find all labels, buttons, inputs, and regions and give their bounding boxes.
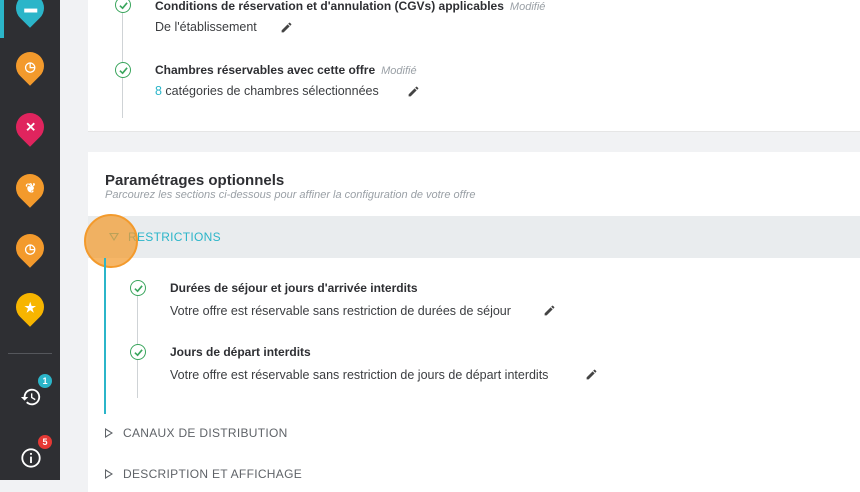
- clock-icon[interactable]: ◷: [10, 46, 50, 86]
- pencil-icon: [281, 22, 291, 32]
- click-highlight: [84, 214, 138, 268]
- pencil-icon: [544, 305, 554, 315]
- clock-icon[interactable]: ◷: [10, 228, 50, 268]
- divider: [8, 353, 52, 354]
- accordion-distribution[interactable]: CANAUX DE DISTRIBUTION: [105, 424, 288, 442]
- check-icon: [115, 62, 131, 78]
- edit-button[interactable]: [275, 16, 297, 38]
- item-description: De l'établissement: [155, 20, 257, 34]
- check-icon: [115, 0, 131, 13]
- active-indicator: [0, 0, 4, 38]
- item-title: Chambres réservables avec cette offre Mod…: [155, 63, 417, 77]
- accordion-restrictions[interactable]: RESTRICTIONS: [88, 216, 860, 258]
- accordion-body-indicator: [104, 258, 106, 414]
- accordion-label: DESCRIPTION ET AFFICHAGE: [123, 467, 303, 481]
- item-title: Conditions de réservation et d'annulatio…: [155, 0, 546, 13]
- item-description: 8 catégories de chambres sélectionnées: [155, 84, 379, 98]
- modified-label: Modifié: [381, 65, 417, 77]
- item-title: Jours de départ interdits: [170, 345, 311, 359]
- history-icon: [20, 388, 41, 406]
- pencil-icon: [586, 369, 596, 379]
- section-subtitle: Parcourez les sections ci-dessous pour a…: [105, 189, 476, 201]
- accordion-label: CANAUX DE DISTRIBUTION: [123, 426, 288, 440]
- modified-label: Modifié: [509, 1, 546, 13]
- accordion-description[interactable]: DESCRIPTION ET AFFICHAGE: [105, 465, 302, 483]
- star-icon[interactable]: ★: [10, 287, 50, 327]
- spa-icon[interactable]: ❦: [10, 168, 50, 208]
- check-icon: [130, 280, 146, 296]
- accordion-label: RESTRICTIONS: [128, 230, 221, 244]
- edit-button[interactable]: [538, 299, 560, 321]
- item-title: Durées de séjour et jours d'arrivée inte…: [170, 281, 418, 295]
- check-icon: [130, 344, 146, 360]
- sidebar: ▬ ◷ ✕ ❦ ◷ ★ 1 5: [0, 0, 60, 480]
- info-button[interactable]: 5: [18, 435, 52, 471]
- item-description: Votre offre est réservable sans restrict…: [170, 304, 511, 318]
- history-button[interactable]: 1: [18, 374, 52, 410]
- chevron-right-icon: [105, 469, 113, 479]
- pencil-icon: [408, 86, 418, 96]
- required-settings-card: Conditions de réservation et d'annulatio…: [88, 0, 860, 132]
- timeline-line: [122, 0, 123, 118]
- history-badge: 1: [38, 374, 52, 388]
- section-title: Paramétrages optionnels: [105, 172, 285, 189]
- info-icon: [21, 448, 41, 468]
- main-content: Conditions de réservation et d'annulatio…: [60, 0, 860, 492]
- item-description: Votre offre est réservable sans restrict…: [170, 368, 549, 382]
- restaurant-icon[interactable]: ✕: [10, 107, 50, 147]
- room-count: 8: [155, 84, 162, 98]
- edit-button[interactable]: [580, 363, 602, 385]
- hotel-icon[interactable]: ▬: [10, 0, 50, 28]
- edit-button[interactable]: [402, 80, 424, 102]
- info-badge: 5: [38, 435, 52, 449]
- chevron-right-icon: [105, 428, 113, 438]
- timeline-line: [137, 288, 138, 398]
- optional-settings-card: Paramétrages optionnels Parcourez les se…: [84, 152, 860, 492]
